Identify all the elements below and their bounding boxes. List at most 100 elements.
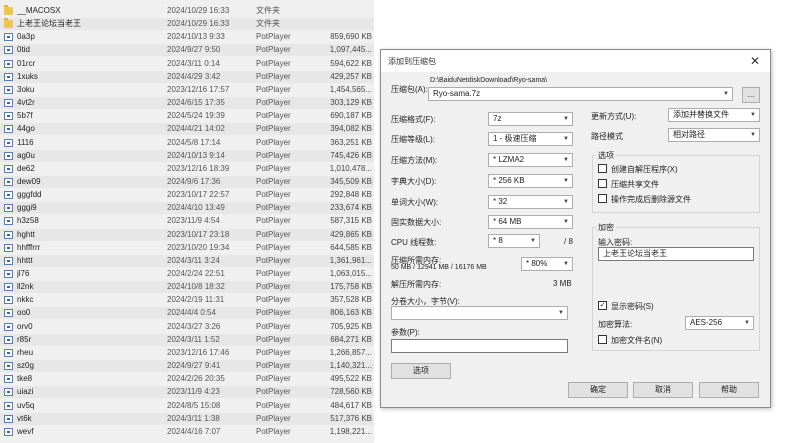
compress-shared-checkbox[interactable] <box>598 179 607 188</box>
file-row[interactable]: gggfdd 2023/10/17 22:57 PotPlayer 292,848 K… <box>0 189 374 201</box>
level-combo[interactable]: 1 - 极速压缩 ▼ <box>488 132 573 146</box>
file-row[interactable]: sz0g 2024/9/27 9:41 PotPlayer 1,140,321... <box>0 360 374 373</box>
file-row[interactable]: 3oku 2023/12/16 17:57 PotPlayer 1,454,565..… <box>0 84 374 96</box>
file-row[interactable]: r85r 2024/3/11 1:52 PotPlayer 684,271 KB <box>0 333 374 346</box>
file-row[interactable]: hghtt 2023/10/17 23:18 PotPlayer 429,865 KB <box>0 228 374 241</box>
file-name: 44go <box>17 124 35 134</box>
encrypt-filenames-label: 加密文件名(N) <box>611 336 663 345</box>
file-row[interactable]: de62 2023/12/16 18:39 PotPlayer 1,010,478..… <box>0 163 374 175</box>
options-button[interactable]: 选项 <box>391 363 451 379</box>
format-combo[interactable]: 7z ▼ <box>488 112 573 126</box>
file-row[interactable]: vt6k 2024/3/11 1:38 PotPlayer 517,376 KB <box>0 412 374 425</box>
file-row[interactable]: hhfffrrr 2023/10/20 19:34 PotPlayer 644,585… <box>0 242 374 254</box>
file-size: 728,560 KB <box>330 387 372 397</box>
encrypt-filenames-checkbox[interactable] <box>598 335 607 344</box>
create-sfx-label: 创建自解压程序(X) <box>611 165 678 174</box>
file-date: 2024/3/11 1:52 <box>167 334 220 344</box>
file-date: 2024/2/24 22:51 <box>167 269 225 278</box>
file-row[interactable]: uv5q 2024/8/5 15:08 PotPlayer 484,617 KB <box>0 400 374 412</box>
file-row[interactable]: gggi9 2024/4/10 13:49 PotPlayer 233,674 KB <box>0 202 374 215</box>
level-label: 压缩等级(L): <box>391 135 435 144</box>
help-button[interactable]: 帮助 <box>699 382 759 398</box>
file-date: 2024/3/11 0:14 <box>167 58 220 68</box>
file-row[interactable]: 5b7f 2024/5/24 19:39 PotPlayer 690,187 KB <box>0 110 374 122</box>
file-row[interactable]: ag0u 2024/10/13 9:14 PotPlayer 745,426 KB <box>0 149 374 162</box>
file-row[interactable]: rheu 2023/12/16 17:46 PotPlayer 1,266,857..… <box>0 347 374 359</box>
file-row[interactable]: nkkc 2024/2/19 11:31 PotPlayer 357,528 KB <box>0 294 374 306</box>
file-size: 1,454,565... <box>329 84 372 94</box>
archive-label: 压缩包(A): <box>391 85 428 94</box>
file-row[interactable]: jl76 2024/2/24 22:51 PotPlayer 1,063,015... <box>0 268 374 280</box>
file-row[interactable]: 上老王论坛当老王 2024/10/29 16:33 文件夹 <box>0 18 374 31</box>
close-icon[interactable]: ✕ <box>748 54 762 68</box>
file-row[interactable]: hhttt 2024/3/11 3:24 PotPlayer 1,361,961... <box>0 254 374 267</box>
cancel-button[interactable]: 取消 <box>633 382 693 398</box>
file-name: hghtt <box>17 229 35 239</box>
delete-after-checkbox[interactable] <box>598 194 607 203</box>
path-mode-combo[interactable]: 相对路径 ▼ <box>668 128 760 142</box>
file-row[interactable]: dew09 2024/9/6 17:36 PotPlayer 345,509 KB <box>0 175 374 188</box>
file-row[interactable]: orv0 2024/3/27 3:26 PotPlayer 705,925 KB <box>0 321 374 333</box>
file-name: uv5q <box>17 400 35 410</box>
file-row[interactable]: tke8 2024/2/26 20:35 PotPlayer 495,522 KB <box>0 373 374 385</box>
file-size: 644,585 KB <box>330 242 372 252</box>
file-row[interactable]: ll2nk 2024/10/8 18:32 PotPlayer 175,758 KB <box>0 281 374 294</box>
solid-block-combo[interactable]: * 64 MB ▼ <box>488 215 573 229</box>
file-row[interactable]: 0tid 2024/9/27 9:50 PotPlayer 1,097,445... <box>0 44 374 57</box>
media-file-icon <box>4 348 13 357</box>
file-row[interactable]: 1xuks 2024/4/29 3:42 PotPlayer 429,257 KB <box>0 70 374 83</box>
file-row[interactable]: 01rcr 2024/3/11 0:14 PotPlayer 594,622 KB <box>0 58 374 70</box>
archive-name-combo[interactable]: Ryo-sama.7z ▼ <box>428 87 733 101</box>
encryption-method-label: 加密算法: <box>598 320 633 329</box>
media-file-icon <box>4 230 13 239</box>
file-size: 705,925 KB <box>330 321 372 331</box>
file-size: 594,622 KB <box>330 58 372 68</box>
file-name: orv0 <box>17 321 33 331</box>
file-date: 2023/12/16 17:57 <box>167 84 230 94</box>
media-file-icon <box>4 296 13 305</box>
file-size: 357,528 KB <box>330 295 372 305</box>
file-name: 01rcr <box>17 58 36 68</box>
solid-block-label: 固实数据大小: <box>391 218 442 227</box>
media-file-icon <box>4 125 13 134</box>
format-value: 7z <box>493 114 502 123</box>
dialog-title: 添加到压缩包 <box>388 57 436 66</box>
file-name: uiazi <box>17 387 34 397</box>
file-row[interactable]: 0a3p 2024/10/13 9:33 PotPlayer 859,690 KB <box>0 31 374 43</box>
file-name: wevf <box>17 426 34 436</box>
browse-button[interactable]: ... <box>742 87 760 103</box>
decompress-memory-value: 3 MB <box>553 279 572 288</box>
file-size: 345,509 KB <box>330 176 372 186</box>
file-row[interactable]: __MACOSX 2024/10/29 16:33 文件夹 <box>0 5 374 17</box>
split-volume-combo[interactable]: ▼ <box>391 306 568 320</box>
create-sfx-checkbox[interactable] <box>598 164 607 173</box>
encryption-method-combo[interactable]: AES-256 ▼ <box>685 316 754 330</box>
file-name: __MACOSX <box>17 6 61 15</box>
file-size: 745,426 KB <box>330 150 372 160</box>
media-file-icon <box>4 217 13 226</box>
archive-name-value: Ryo-sama.7z <box>433 89 481 98</box>
update-mode-combo[interactable]: 添加并替换文件 ▼ <box>668 108 760 122</box>
file-name: ll2nk <box>17 282 34 292</box>
file-row[interactable]: 1116 2024/5/8 17:14 PotPlayer 363,251 KB <box>0 137 374 149</box>
memory-usage-combo[interactable]: * 80% ▼ <box>521 257 573 271</box>
file-row[interactable]: oo0 2024/4/4 0:54 PotPlayer 806,163 KB <box>0 307 374 320</box>
method-combo[interactable]: * LZMA2 ▼ <box>488 153 573 167</box>
file-row[interactable]: uiazi 2023/11/9 4:23 PotPlayer 728,560 KB <box>0 386 374 399</box>
file-date: 2024/2/19 11:31 <box>167 295 225 305</box>
dictionary-combo[interactable]: * 256 KB ▼ <box>488 174 573 188</box>
file-row[interactable]: h3z58 2023/11/9 4:54 PotPlayer 587,315 KB <box>0 215 374 227</box>
media-file-icon <box>4 322 13 331</box>
parameters-input[interactable] <box>391 339 568 353</box>
file-row[interactable]: 4vt2r 2024/6/15 17:35 PotPlayer 303,129 KB <box>0 97 374 110</box>
file-row[interactable]: 44go 2024/4/21 14:02 PotPlayer 394,082 KB <box>0 123 374 136</box>
file-date: 2023/11/9 4:54 <box>167 216 220 226</box>
show-password-checkbox[interactable]: ✓ <box>598 301 607 310</box>
file-row[interactable]: wevf 2024/4/16 7:07 PotPlayer 1,198,221... <box>0 426 374 438</box>
word-size-combo[interactable]: * 32 ▼ <box>488 195 573 209</box>
cpu-threads-combo[interactable]: * 8 ▼ <box>488 234 540 248</box>
file-name: tke8 <box>17 374 33 384</box>
password-input[interactable]: 上老王论坛当老王 <box>598 247 754 261</box>
ok-button[interactable]: 确定 <box>568 382 628 398</box>
file-type: 文件夹 <box>256 6 280 15</box>
